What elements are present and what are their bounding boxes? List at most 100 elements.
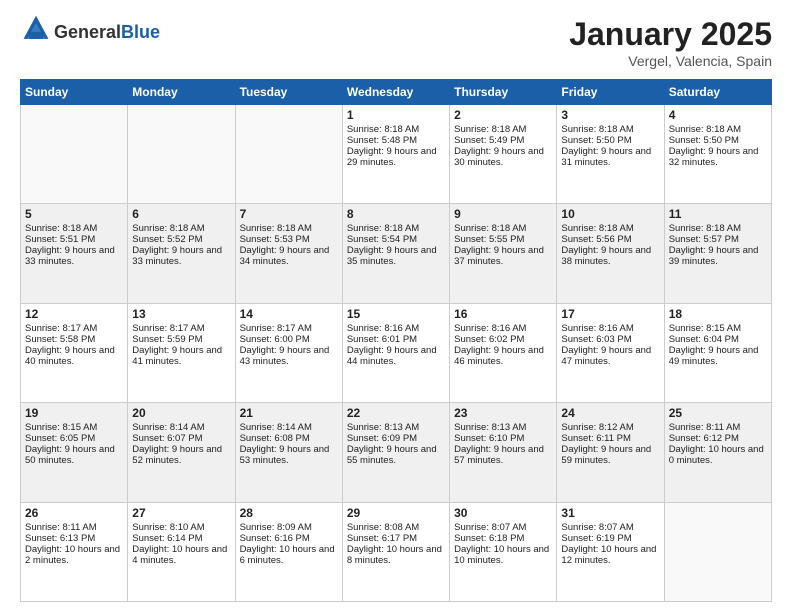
day-number: 14 <box>240 307 338 321</box>
col-friday: Friday <box>557 80 664 105</box>
day-content: Sunrise: 8:11 AM <box>25 522 123 533</box>
day-content: Sunrise: 8:16 AM <box>454 323 552 334</box>
location: Vergel, Valencia, Spain <box>569 53 772 69</box>
day-number: 24 <box>561 406 659 420</box>
day-content: Sunset: 5:56 PM <box>561 234 659 245</box>
day-content: Sunrise: 8:18 AM <box>669 124 767 135</box>
day-content: Daylight: 10 hours and 6 minutes. <box>240 544 338 566</box>
table-row: 30Sunrise: 8:07 AMSunset: 6:18 PMDayligh… <box>450 502 557 601</box>
day-content: Sunset: 6:16 PM <box>240 533 338 544</box>
day-content: Sunrise: 8:18 AM <box>240 223 338 234</box>
table-row: 5Sunrise: 8:18 AMSunset: 5:51 PMDaylight… <box>21 204 128 303</box>
day-content: Sunset: 6:18 PM <box>454 533 552 544</box>
table-row: 7Sunrise: 8:18 AMSunset: 5:53 PMDaylight… <box>235 204 342 303</box>
day-content: Daylight: 9 hours and 55 minutes. <box>347 444 445 466</box>
day-content: Sunrise: 8:18 AM <box>454 223 552 234</box>
day-content: Daylight: 9 hours and 35 minutes. <box>347 245 445 267</box>
day-content: Sunset: 5:57 PM <box>669 234 767 245</box>
day-content: Daylight: 10 hours and 2 minutes. <box>25 544 123 566</box>
day-number: 25 <box>669 406 767 420</box>
table-row: 18Sunrise: 8:15 AMSunset: 6:04 PMDayligh… <box>664 303 771 402</box>
day-number: 2 <box>454 108 552 122</box>
title-block: January 2025 Vergel, Valencia, Spain <box>569 16 772 69</box>
day-content: Sunrise: 8:07 AM <box>454 522 552 533</box>
day-content: Daylight: 9 hours and 44 minutes. <box>347 345 445 367</box>
day-content: Daylight: 9 hours and 29 minutes. <box>347 146 445 168</box>
calendar-week-row: 12Sunrise: 8:17 AMSunset: 5:58 PMDayligh… <box>21 303 772 402</box>
day-content: Daylight: 9 hours and 31 minutes. <box>561 146 659 168</box>
day-content: Sunset: 5:58 PM <box>25 334 123 345</box>
day-number: 6 <box>132 207 230 221</box>
day-number: 16 <box>454 307 552 321</box>
day-number: 12 <box>25 307 123 321</box>
day-content: Sunset: 6:14 PM <box>132 533 230 544</box>
logo-icon <box>20 14 52 46</box>
table-row: 31Sunrise: 8:07 AMSunset: 6:19 PMDayligh… <box>557 502 664 601</box>
day-number: 7 <box>240 207 338 221</box>
day-content: Sunrise: 8:16 AM <box>347 323 445 334</box>
table-row: 29Sunrise: 8:08 AMSunset: 6:17 PMDayligh… <box>342 502 449 601</box>
day-content: Daylight: 9 hours and 50 minutes. <box>25 444 123 466</box>
logo-blue-text: Blue <box>121 22 160 42</box>
day-content: Daylight: 9 hours and 34 minutes. <box>240 245 338 267</box>
logo-general-text: General <box>54 22 121 42</box>
day-content: Sunset: 6:17 PM <box>347 533 445 544</box>
table-row: 28Sunrise: 8:09 AMSunset: 6:16 PMDayligh… <box>235 502 342 601</box>
col-saturday: Saturday <box>664 80 771 105</box>
day-content: Sunrise: 8:18 AM <box>347 223 445 234</box>
day-number: 26 <box>25 506 123 520</box>
day-content: Daylight: 9 hours and 43 minutes. <box>240 345 338 367</box>
table-row: 21Sunrise: 8:14 AMSunset: 6:08 PMDayligh… <box>235 403 342 502</box>
day-number: 23 <box>454 406 552 420</box>
day-number: 4 <box>669 108 767 122</box>
col-wednesday: Wednesday <box>342 80 449 105</box>
day-content: Sunset: 6:07 PM <box>132 433 230 444</box>
day-content: Sunrise: 8:18 AM <box>561 124 659 135</box>
table-row: 24Sunrise: 8:12 AMSunset: 6:11 PMDayligh… <box>557 403 664 502</box>
table-row <box>664 502 771 601</box>
table-row: 9Sunrise: 8:18 AMSunset: 5:55 PMDaylight… <box>450 204 557 303</box>
col-sunday: Sunday <box>21 80 128 105</box>
day-content: Sunset: 6:19 PM <box>561 533 659 544</box>
day-content: Daylight: 10 hours and 8 minutes. <box>347 544 445 566</box>
table-row: 23Sunrise: 8:13 AMSunset: 6:10 PMDayligh… <box>450 403 557 502</box>
day-content: Daylight: 10 hours and 12 minutes. <box>561 544 659 566</box>
table-row: 12Sunrise: 8:17 AMSunset: 5:58 PMDayligh… <box>21 303 128 402</box>
table-row: 13Sunrise: 8:17 AMSunset: 5:59 PMDayligh… <box>128 303 235 402</box>
day-number: 10 <box>561 207 659 221</box>
calendar-week-row: 1Sunrise: 8:18 AMSunset: 5:48 PMDaylight… <box>21 105 772 204</box>
day-content: Sunset: 5:54 PM <box>347 234 445 245</box>
day-content: Sunset: 5:51 PM <box>25 234 123 245</box>
day-content: Daylight: 10 hours and 4 minutes. <box>132 544 230 566</box>
day-content: Sunset: 5:52 PM <box>132 234 230 245</box>
table-row: 6Sunrise: 8:18 AMSunset: 5:52 PMDaylight… <box>128 204 235 303</box>
day-content: Sunrise: 8:10 AM <box>132 522 230 533</box>
day-content: Daylight: 10 hours and 0 minutes. <box>669 444 767 466</box>
day-content: Sunset: 6:02 PM <box>454 334 552 345</box>
table-row: 17Sunrise: 8:16 AMSunset: 6:03 PMDayligh… <box>557 303 664 402</box>
day-content: Sunrise: 8:18 AM <box>25 223 123 234</box>
table-row: 11Sunrise: 8:18 AMSunset: 5:57 PMDayligh… <box>664 204 771 303</box>
day-content: Sunset: 5:49 PM <box>454 135 552 146</box>
day-number: 20 <box>132 406 230 420</box>
table-row: 20Sunrise: 8:14 AMSunset: 6:07 PMDayligh… <box>128 403 235 502</box>
day-content: Sunrise: 8:18 AM <box>347 124 445 135</box>
day-content: Sunset: 5:55 PM <box>454 234 552 245</box>
day-number: 22 <box>347 406 445 420</box>
day-content: Daylight: 9 hours and 39 minutes. <box>669 245 767 267</box>
table-row: 4Sunrise: 8:18 AMSunset: 5:50 PMDaylight… <box>664 105 771 204</box>
day-content: Daylight: 9 hours and 37 minutes. <box>454 245 552 267</box>
table-row: 2Sunrise: 8:18 AMSunset: 5:49 PMDaylight… <box>450 105 557 204</box>
day-content: Sunset: 6:11 PM <box>561 433 659 444</box>
day-content: Sunrise: 8:13 AM <box>454 422 552 433</box>
day-content: Sunrise: 8:08 AM <box>347 522 445 533</box>
day-number: 31 <box>561 506 659 520</box>
logo: GeneralBlue <box>20 16 160 48</box>
month-title: January 2025 <box>569 16 772 53</box>
day-number: 19 <box>25 406 123 420</box>
table-row <box>128 105 235 204</box>
day-number: 8 <box>347 207 445 221</box>
table-row: 8 Sunrise: 8:18 AMSunset: 5:54 PMDaylight… <box>342 204 449 303</box>
day-content: Sunset: 5:50 PM <box>561 135 659 146</box>
day-number: 18 <box>669 307 767 321</box>
